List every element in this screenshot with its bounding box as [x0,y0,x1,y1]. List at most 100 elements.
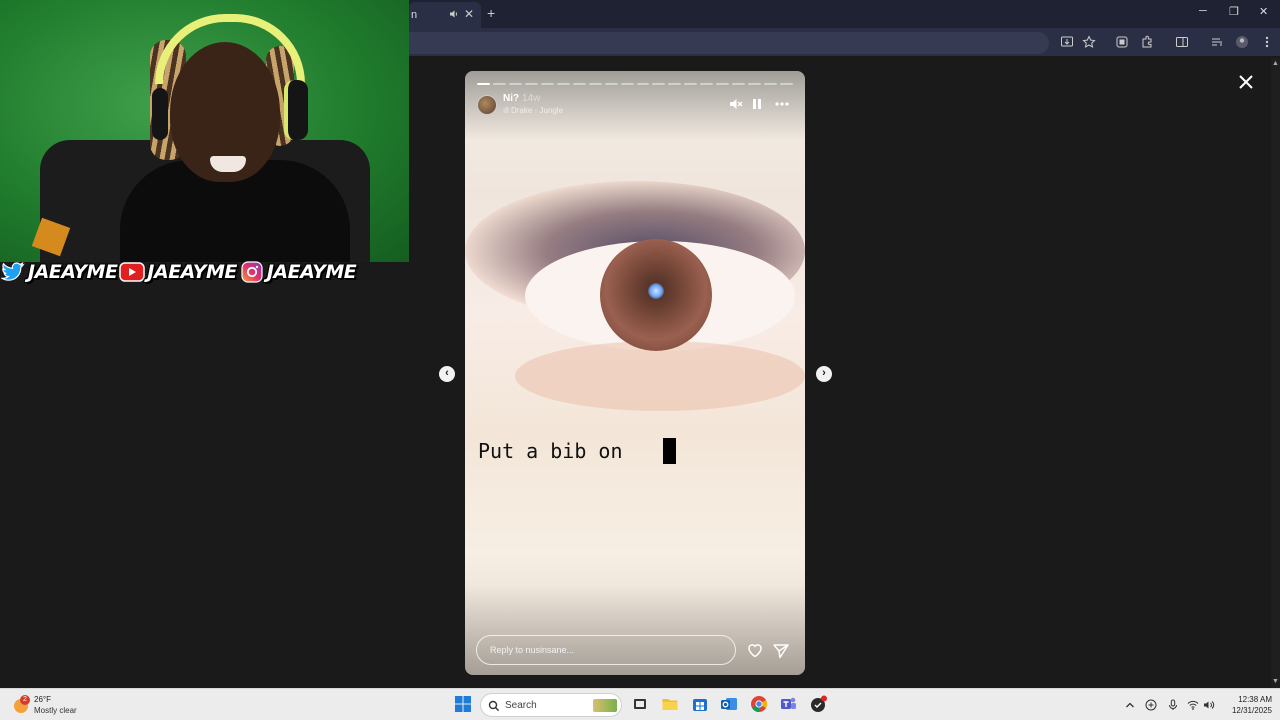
story-progress-bar [477,83,794,85]
system-clock[interactable]: 12:38 AM 12/31/2025 [1222,694,1272,716]
story-progress-segment [572,83,586,85]
address-bar[interactable] [409,32,1049,54]
story-progress-segment [700,83,714,85]
volume-icon[interactable] [1203,698,1215,710]
story-progress-segment [684,83,698,85]
media-controls-icon[interactable] [1210,35,1224,49]
pause-icon[interactable] [751,97,763,114]
screen: JAEAYME JAEAYME JAEAYME n ✕ + ─ ❐ ✕ ▲ ▼ … [0,0,1280,720]
social-twitter: JAEAYME [0,260,118,284]
scroll-up-icon[interactable]: ▲ [1271,60,1280,68]
app-notification-icon[interactable] [809,695,827,713]
new-tab-button[interactable]: + [487,5,495,21]
reply-field[interactable] [476,635,736,665]
install-app-icon[interactable] [1060,35,1074,49]
vertical-scrollbar[interactable] [1271,58,1280,688]
search-label: Search [505,700,537,711]
headset-earcup [284,80,308,140]
outlook-icon[interactable] [720,695,738,713]
profile-avatar-icon[interactable] [1235,35,1249,49]
chrome-icon[interactable] [750,695,768,713]
security-icon[interactable] [1145,698,1157,711]
story-progress-segment [636,83,650,85]
text-cursor-block [663,438,676,464]
story-progress-segment [556,83,570,85]
webcam-overlay [0,0,409,262]
story-progress-segment [716,83,730,85]
weather-widget[interactable]: 2 26°F Mostly clear [14,693,94,719]
wifi-icon[interactable] [1187,698,1199,710]
taskbar-search[interactable]: Search [480,693,622,717]
bookmark-star-icon[interactable] [1082,35,1096,49]
restore-button[interactable]: ❐ [1229,5,1239,18]
close-icon[interactable] [1236,72,1256,92]
social-instagram: JAEAYME [239,260,357,284]
teams-icon[interactable] [779,695,797,713]
minimize-button[interactable]: ─ [1199,5,1207,17]
chevron-up-icon[interactable] [1124,698,1136,710]
story-progress-segment [668,83,682,85]
muted-speaker-icon[interactable] [729,97,743,114]
story-progress-segment [604,83,618,85]
browser-tab[interactable]: n ✕ [409,2,481,28]
headset-earcup [152,88,168,140]
weather-badge: 2 [20,695,30,705]
story-progress-segment [492,83,506,85]
extension-grid-icon[interactable] [1115,35,1129,49]
microphone-icon[interactable] [1167,698,1179,710]
clock-date: 12/31/2025 [1231,706,1272,715]
story-progress-segment [620,83,634,85]
story-time: 14w [522,93,541,104]
youtube-handle: JAEAYME [147,261,237,283]
streamer-mouth [210,156,246,172]
social-youtube: JAEAYME [119,260,237,284]
clock-time: 12:38 AM [1238,695,1272,704]
headset-band [155,14,305,84]
twitter-bird-icon [0,260,26,284]
reply-input[interactable] [477,636,735,664]
youtube-play-icon [119,260,146,284]
microsoft-store-icon[interactable] [691,695,709,713]
story-username[interactable]: Ni? [503,93,519,104]
send-icon[interactable] [772,642,790,660]
story-image-lid [515,341,805,411]
story-music-label: Drake · Jungle [511,106,564,115]
story-progress-segment [652,83,666,85]
window-close-button[interactable]: ✕ [1259,5,1268,18]
search-icon [488,699,500,712]
story-progress-segment [477,83,490,85]
task-view-icon[interactable] [631,695,649,713]
extensions-puzzle-icon[interactable] [1140,35,1154,49]
story-progress-segment [524,83,538,85]
heart-icon[interactable] [746,641,764,659]
close-icon[interactable]: ✕ [464,7,474,21]
weather-condition: Mostly clear [34,706,77,715]
story-viewer[interactable]: Ni? 14w ıll Drake · Jungle Put a bib on [465,71,805,675]
story-progress-segment [748,83,762,85]
music-bars-icon: ıll [503,106,511,115]
scroll-down-icon[interactable]: ▼ [1271,678,1280,686]
weather-temp: 26°F [34,695,51,704]
story-music[interactable]: ıll Drake · Jungle [503,106,563,115]
instagram-handle: JAEAYME [266,261,357,283]
side-panel-icon[interactable] [1175,35,1189,49]
story-image-glint [648,283,664,299]
file-explorer-icon[interactable] [661,695,679,713]
more-horizontal-icon[interactable] [774,97,790,114]
story-progress-segment [508,83,522,85]
search-highlight-icon [593,699,617,712]
tab-title: n [411,9,418,21]
browser-menu-icon[interactable] [1260,35,1274,49]
story-progress-segment [588,83,602,85]
browser-toolbar [409,28,1280,56]
twitter-handle: JAEAYME [28,261,118,283]
next-story-button[interactable]: › [816,366,832,382]
previous-story-button[interactable]: ‹ [439,366,455,382]
windows-start-icon[interactable] [454,695,472,713]
social-handles: JAEAYME JAEAYME JAEAYME [0,259,357,285]
speaker-icon[interactable] [449,9,459,19]
avatar[interactable] [477,95,497,115]
story-text-overlay: Put a bib on [478,439,623,463]
browser-tab-bar: n ✕ + ─ ❐ ✕ [409,0,1280,28]
instagram-icon [239,260,265,284]
